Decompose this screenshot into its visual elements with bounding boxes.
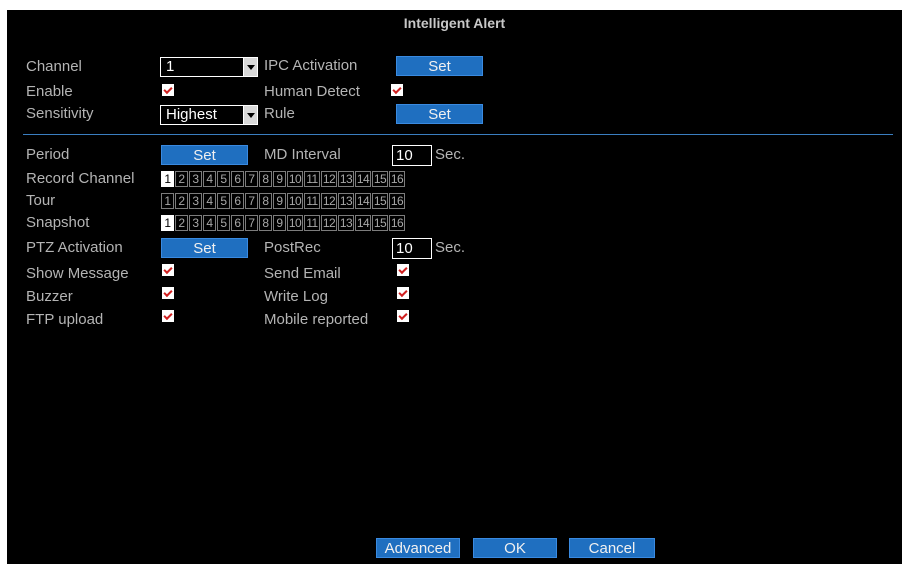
- channel-select[interactable]: 1: [160, 57, 258, 77]
- dialog-title: Intelligent Alert: [403, 15, 506, 31]
- snapshot-channel-8[interactable]: 8: [259, 215, 272, 231]
- snapshot-channel-7[interactable]: 7: [245, 215, 258, 231]
- rule-label: Rule: [264, 105, 295, 122]
- record-channel-13[interactable]: 13: [338, 171, 354, 187]
- ipc-activation-set-button[interactable]: Set: [396, 56, 483, 76]
- ptz-activation-set-button[interactable]: Set: [161, 238, 248, 258]
- postrec-input[interactable]: 10: [392, 238, 432, 259]
- record-channel-label: Record Channel: [26, 170, 135, 187]
- record-channel-8[interactable]: 8: [259, 171, 272, 187]
- snapshot-channel-1[interactable]: 1: [161, 215, 174, 231]
- rule-set-button[interactable]: Set: [396, 104, 483, 124]
- snapshot-channel-15[interactable]: 15: [372, 215, 388, 231]
- record-channel-14[interactable]: 14: [355, 171, 371, 187]
- snapshot-channel-5[interactable]: 5: [217, 215, 230, 231]
- buzzer-label: Buzzer: [26, 288, 73, 305]
- postrec-label: PostRec: [264, 239, 321, 256]
- record-channel-16[interactable]: 16: [389, 171, 405, 187]
- record-channel-15[interactable]: 15: [372, 171, 388, 187]
- advanced-button[interactable]: Advanced: [376, 538, 460, 558]
- tour-channel-11[interactable]: 11: [304, 193, 320, 209]
- snapshot-channel-2[interactable]: 2: [175, 215, 188, 231]
- snapshot-channel-4[interactable]: 4: [203, 215, 216, 231]
- chevron-down-icon[interactable]: [243, 106, 257, 124]
- period-set-button[interactable]: Set: [161, 145, 248, 165]
- record-channel-10[interactable]: 10: [287, 171, 303, 187]
- period-label: Period: [26, 146, 70, 163]
- enable-checkbox[interactable]: [162, 84, 174, 96]
- tour-channel-10[interactable]: 10: [287, 193, 303, 209]
- tour-channel-1[interactable]: 1: [161, 193, 174, 209]
- channel-label: Channel: [26, 58, 82, 75]
- channel-value: 1: [166, 58, 175, 75]
- md-interval-unit: Sec.: [435, 146, 466, 163]
- write-log-checkbox[interactable]: [397, 287, 409, 299]
- tour-channel-2[interactable]: 2: [175, 193, 188, 209]
- snapshot-channel-9[interactable]: 9: [273, 215, 286, 231]
- ptz-activation-label: PTZ Activation: [26, 239, 123, 256]
- ftp-upload-label: FTP upload: [26, 311, 104, 328]
- mobile-reported-label: Mobile reported: [264, 311, 369, 328]
- tour-channel-12[interactable]: 12: [321, 193, 337, 209]
- tour-channel-14[interactable]: 14: [355, 193, 371, 209]
- section-divider: [23, 134, 893, 135]
- buzzer-checkbox[interactable]: [162, 287, 174, 299]
- ftp-upload-checkbox[interactable]: [162, 310, 174, 322]
- snapshot-label: Snapshot: [26, 214, 90, 231]
- snapshot-channel-12[interactable]: 12: [321, 215, 337, 231]
- record-channel-11[interactable]: 11: [304, 171, 320, 187]
- record-channel-3[interactable]: 3: [189, 171, 202, 187]
- ok-button[interactable]: OK: [473, 538, 557, 558]
- tour-channel-16[interactable]: 16: [389, 193, 405, 209]
- send-email-checkbox[interactable]: [397, 264, 409, 276]
- snapshot-channel-11[interactable]: 11: [304, 215, 320, 231]
- mobile-reported-checkbox[interactable]: [397, 310, 409, 322]
- show-message-label: Show Message: [26, 265, 129, 282]
- snapshot-channel-6[interactable]: 6: [231, 215, 244, 231]
- send-email-label: Send Email: [264, 265, 341, 282]
- record-channel-12[interactable]: 12: [321, 171, 337, 187]
- md-interval-label: MD Interval: [264, 146, 341, 163]
- tour-channel-8[interactable]: 8: [259, 193, 272, 209]
- tour-label: Tour: [26, 192, 56, 209]
- snapshot-channel-14[interactable]: 14: [355, 215, 371, 231]
- tour-channel-9[interactable]: 9: [273, 193, 286, 209]
- sensitivity-value: Highest: [166, 106, 217, 123]
- tour-channel-15[interactable]: 15: [372, 193, 388, 209]
- record-channel-5[interactable]: 5: [217, 171, 230, 187]
- sensitivity-select[interactable]: Highest: [160, 105, 258, 125]
- tour-channel-5[interactable]: 5: [217, 193, 230, 209]
- tour-channel-3[interactable]: 3: [189, 193, 202, 209]
- tour-channel-7[interactable]: 7: [245, 193, 258, 209]
- snapshot-channel-16[interactable]: 16: [389, 215, 405, 231]
- md-interval-input[interactable]: 10: [392, 145, 432, 166]
- write-log-label: Write Log: [264, 288, 328, 305]
- human-detect-label: Human Detect: [264, 83, 360, 100]
- sensitivity-label: Sensitivity: [26, 105, 94, 122]
- chevron-down-icon[interactable]: [243, 58, 257, 76]
- show-message-checkbox[interactable]: [162, 264, 174, 276]
- record-channel-2[interactable]: 2: [175, 171, 188, 187]
- tour-channel-6[interactable]: 6: [231, 193, 244, 209]
- tour-channel-4[interactable]: 4: [203, 193, 216, 209]
- snapshot-channel-13[interactable]: 13: [338, 215, 354, 231]
- snapshot-channel-10[interactable]: 10: [287, 215, 303, 231]
- snapshot-channel-3[interactable]: 3: [189, 215, 202, 231]
- record-channel-6[interactable]: 6: [231, 171, 244, 187]
- tour-channel-13[interactable]: 13: [338, 193, 354, 209]
- human-detect-checkbox[interactable]: [391, 84, 403, 96]
- postrec-unit: Sec.: [435, 239, 466, 256]
- cancel-button[interactable]: Cancel: [569, 538, 655, 558]
- intelligent-alert-dialog: Intelligent Alert Channel 1 IPC Activati…: [7, 10, 902, 564]
- record-channel-7[interactable]: 7: [245, 171, 258, 187]
- enable-label: Enable: [26, 83, 73, 100]
- record-channel-4[interactable]: 4: [203, 171, 216, 187]
- ipc-activation-label: IPC Activation: [264, 57, 358, 74]
- record-channel-1[interactable]: 1: [161, 171, 174, 187]
- record-channel-9[interactable]: 9: [273, 171, 286, 187]
